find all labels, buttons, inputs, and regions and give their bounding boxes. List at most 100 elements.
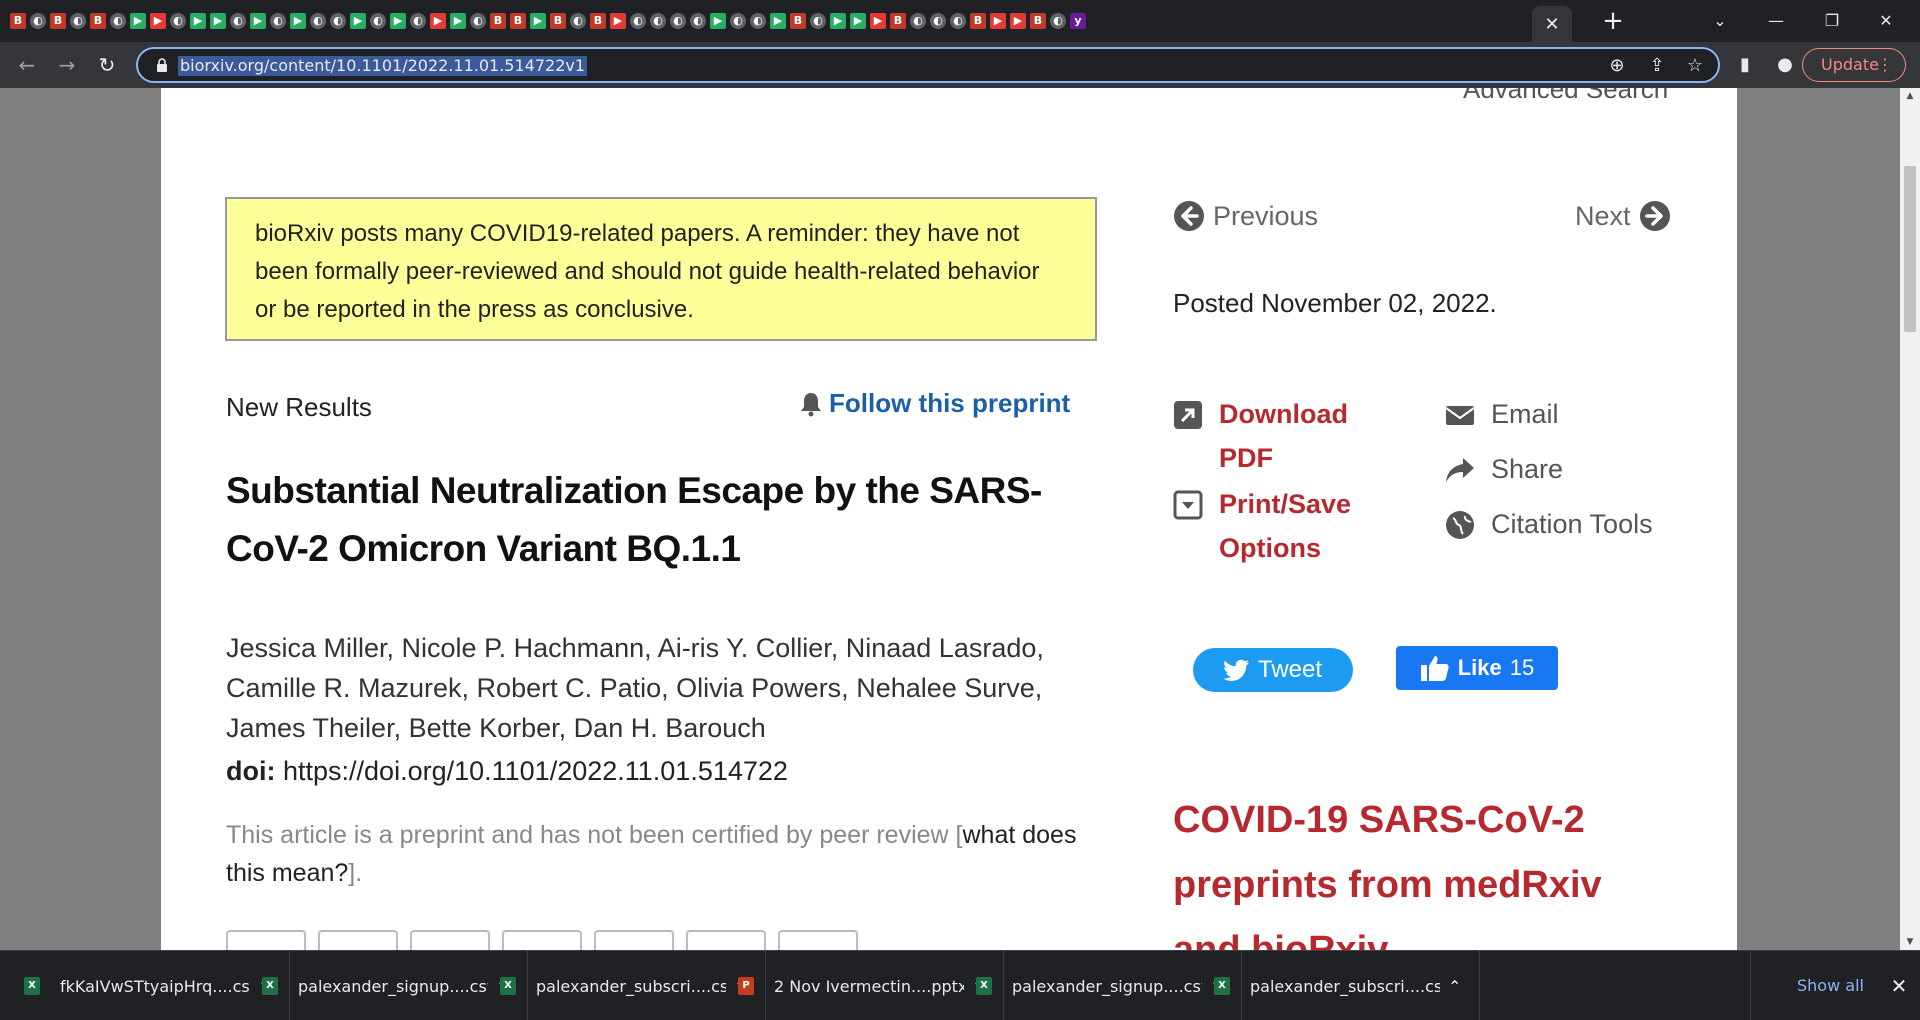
- tab-favicon[interactable]: B: [888, 8, 908, 34]
- restore-icon[interactable]: ❐: [1812, 6, 1852, 36]
- tab-favicon[interactable]: B: [8, 8, 28, 34]
- tab-favicon[interactable]: ◐: [728, 8, 748, 34]
- close-tab-icon[interactable]: ✕: [1544, 14, 1559, 35]
- tab-favicon[interactable]: ◐: [268, 8, 288, 34]
- zoom-icon[interactable]: ⊕: [1606, 55, 1628, 77]
- facebook-like-button[interactable]: Like 15: [1396, 646, 1558, 690]
- tab-favicon[interactable]: ▶: [348, 8, 368, 34]
- tab-favicon[interactable]: ▶: [708, 8, 728, 34]
- tab-favicon[interactable]: ◐: [308, 8, 328, 34]
- tab-favicon[interactable]: ◐: [408, 8, 428, 34]
- close-window-icon[interactable]: ✕: [1866, 6, 1906, 36]
- tab-favicon[interactable]: ▶: [528, 8, 548, 34]
- tab-favicon[interactable]: ◐: [368, 8, 388, 34]
- metric-tab[interactable]: [594, 930, 674, 950]
- tab-favicon[interactable]: B: [488, 8, 508, 34]
- advanced-search-link[interactable]: Advanced Search: [1463, 88, 1668, 105]
- tab-favicon[interactable]: y: [1068, 8, 1088, 34]
- share-page-icon[interactable]: ⇪: [1646, 55, 1668, 77]
- tab-favicon[interactable]: ◐: [168, 8, 188, 34]
- tab-favicon[interactable]: ◐: [928, 8, 948, 34]
- previous-link[interactable]: Previous: [1173, 200, 1318, 232]
- tab-favicon[interactable]: ◐: [808, 8, 828, 34]
- metric-tab[interactable]: [226, 930, 306, 950]
- tab-favicon[interactable]: ◐: [648, 8, 668, 34]
- tab-favicon[interactable]: ▶: [828, 8, 848, 34]
- tab-favicon[interactable]: ◐: [568, 8, 588, 34]
- tab-favicon[interactable]: ◐: [688, 8, 708, 34]
- tab-favicon[interactable]: ◐: [908, 8, 928, 34]
- tab-favicon[interactable]: ◐: [328, 8, 348, 34]
- tab-favicon[interactable]: B: [588, 8, 608, 34]
- next-link[interactable]: Next: [1575, 200, 1671, 232]
- citation-tools-link[interactable]: Citation Tools: [1445, 502, 1685, 546]
- author-list[interactable]: Jessica Miller, Nicole P. Hachmann, Ai-r…: [226, 628, 1106, 748]
- tab-favicon[interactable]: B: [1028, 8, 1048, 34]
- scroll-down-icon[interactable]: ▼: [1900, 934, 1920, 950]
- tweet-button[interactable]: Tweet: [1193, 648, 1353, 692]
- tab-favicon[interactable]: ▶: [248, 8, 268, 34]
- tab-favicon[interactable]: ◐: [1048, 8, 1068, 34]
- tab-favicon[interactable]: ▶: [208, 8, 228, 34]
- tab-favicon[interactable]: ▶: [128, 8, 148, 34]
- download-menu-chevron-icon[interactable]: ⌃: [1448, 977, 1461, 996]
- tab-favicon[interactable]: B: [88, 8, 108, 34]
- covid-preprints-heading[interactable]: COVID-19 SARS-CoV-2 preprints from medRx…: [1173, 788, 1673, 950]
- menu-dots-icon[interactable]: ⋮: [1877, 49, 1893, 81]
- scroll-thumb[interactable]: [1904, 166, 1916, 332]
- tab-favicon[interactable]: ▶: [188, 8, 208, 34]
- close-shelf-icon[interactable]: ✕: [1882, 951, 1916, 1020]
- tab-favicon[interactable]: B: [48, 8, 68, 34]
- tab-favicon[interactable]: ▶: [148, 8, 168, 34]
- tab-favicon[interactable]: ▶: [848, 8, 868, 34]
- url-text[interactable]: biorxiv.org/content/10.1101/2022.11.01.5…: [178, 56, 588, 76]
- tab-favicon[interactable]: ◐: [468, 8, 488, 34]
- scroll-up-icon[interactable]: ▲: [1900, 88, 1920, 104]
- tab-favicon[interactable]: ◐: [628, 8, 648, 34]
- metric-tab[interactable]: [318, 930, 398, 950]
- tab-favicon[interactable]: ▶: [448, 8, 468, 34]
- page-scrollbar[interactable]: ▲ ▼: [1900, 88, 1920, 950]
- metric-tab[interactable]: [778, 930, 858, 950]
- side-panel-icon[interactable]: ▮: [1734, 54, 1756, 76]
- back-icon[interactable]: ←: [12, 50, 42, 80]
- tab-favicon[interactable]: ◐: [948, 8, 968, 34]
- tab-favicon[interactable]: ▶: [868, 8, 888, 34]
- tab-favicon[interactable]: ◐: [228, 8, 248, 34]
- download-item[interactable]: Xpalexander_subscri....csv ⌃: [1190, 951, 1480, 1020]
- tab-favicon[interactable]: ▶: [768, 8, 788, 34]
- tab-favicon[interactable]: ◐: [748, 8, 768, 34]
- forward-icon[interactable]: →: [52, 50, 82, 80]
- email-link[interactable]: Email: [1445, 392, 1645, 436]
- tab-favicon[interactable]: B: [548, 8, 568, 34]
- follow-preprint-link[interactable]: Follow this preprint: [799, 388, 1070, 419]
- tab-favicon[interactable]: B: [968, 8, 988, 34]
- print-save-options-link[interactable]: Print/Save Options: [1173, 482, 1373, 572]
- metric-tab[interactable]: [686, 930, 766, 950]
- tab-favicon[interactable]: ◐: [28, 8, 48, 34]
- tab-favicon[interactable]: ◐: [108, 8, 128, 34]
- address-bar[interactable]: biorxiv.org/content/10.1101/2022.11.01.5…: [136, 47, 1720, 83]
- tab-favicon[interactable]: ▶: [608, 8, 628, 34]
- tab-favicon[interactable]: ▶: [1008, 8, 1028, 34]
- doi-link[interactable]: https://doi.org/10.1101/2022.11.01.51472…: [283, 756, 788, 786]
- bookmark-star-icon[interactable]: ☆: [1684, 55, 1706, 77]
- show-all-downloads-button[interactable]: Show all: [1750, 951, 1896, 1020]
- tab-favicon[interactable]: ▶: [988, 8, 1008, 34]
- reload-icon[interactable]: ↻: [92, 50, 122, 80]
- profile-icon[interactable]: ●: [1774, 54, 1796, 76]
- tab-favicon[interactable]: B: [788, 8, 808, 34]
- update-button[interactable]: Update ⋮: [1802, 48, 1906, 82]
- metric-tab[interactable]: [410, 930, 490, 950]
- tab-favicon[interactable]: B: [508, 8, 528, 34]
- tab-favicon[interactable]: ◐: [68, 8, 88, 34]
- minimize-icon[interactable]: —: [1756, 6, 1796, 36]
- tab-favicon[interactable]: ▶: [428, 8, 448, 34]
- tab-favicon[interactable]: ◐: [668, 8, 688, 34]
- share-link[interactable]: Share: [1445, 447, 1645, 491]
- metric-tab[interactable]: [502, 930, 582, 950]
- download-pdf-link[interactable]: Download PDF: [1173, 392, 1373, 482]
- tab-favicon[interactable]: ▶: [388, 8, 408, 34]
- tab-favicon[interactable]: ▶: [288, 8, 308, 34]
- tab-search-icon[interactable]: ⌄: [1700, 6, 1740, 36]
